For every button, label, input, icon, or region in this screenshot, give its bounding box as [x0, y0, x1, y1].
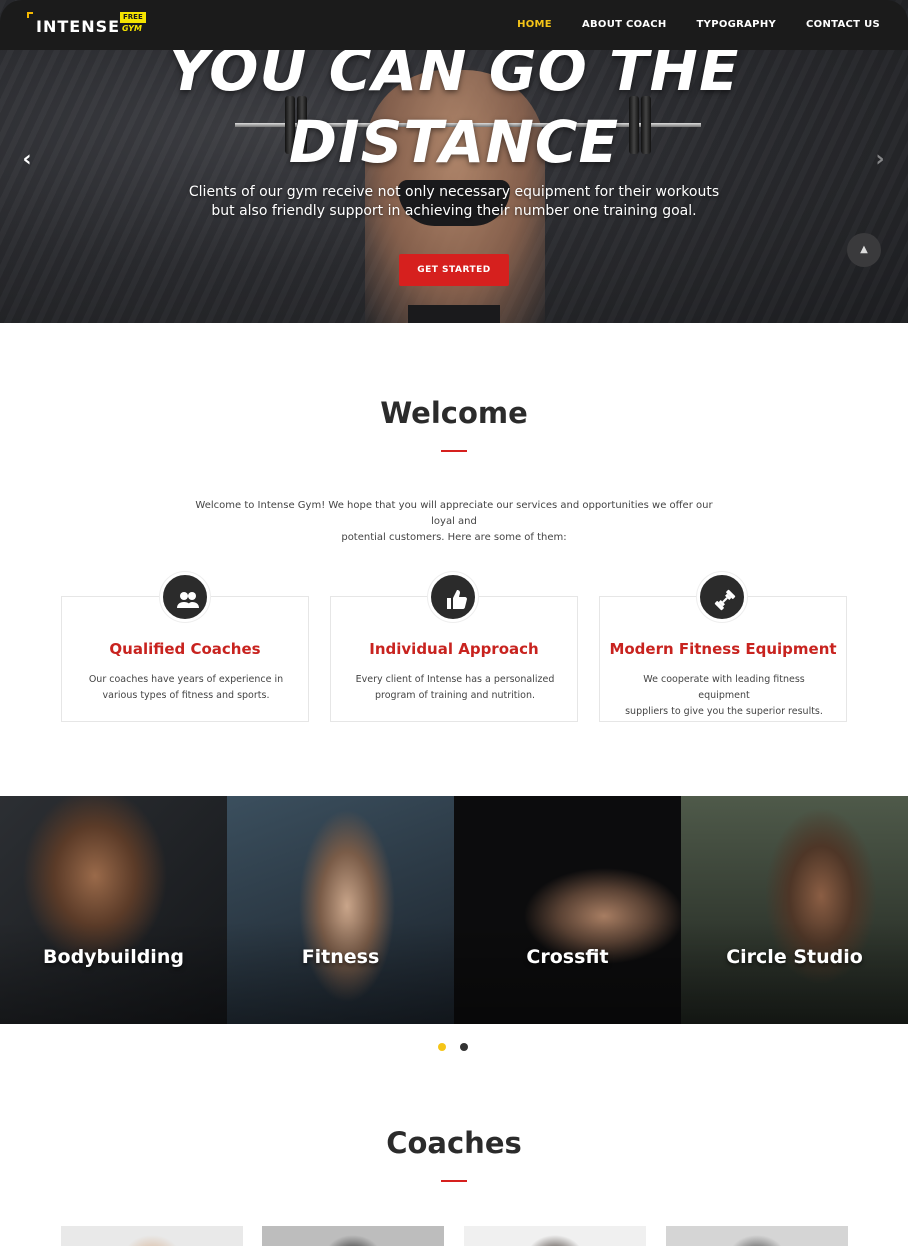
welcome-text-line2: potential customers. Here are some of th… [341, 532, 567, 543]
nav-home[interactable]: HOME [517, 19, 552, 30]
feature-text-line2: suppliers to give you the superior resul… [625, 706, 823, 717]
feature-text-line1: Every client of Intense has a personaliz… [355, 674, 555, 685]
coaches-title: Coaches [386, 1126, 522, 1160]
feature-text-line1: Our coaches have years of experience in [88, 674, 284, 685]
logo-text: INTENSE [36, 17, 121, 36]
feature-title: Modern Fitness Equipment [609, 640, 837, 658]
hero-athlete-shorts [408, 305, 500, 323]
class-tile-crossfit[interactable]: Crossfit [454, 796, 681, 1024]
get-started-button[interactable]: GET STARTED [399, 254, 509, 286]
class-label: Crossfit [526, 946, 609, 968]
class-label: Fitness [301, 946, 380, 968]
class-tile-circle-studio[interactable]: Circle Studio [681, 796, 908, 1024]
carousel-dot-1[interactable] [438, 1043, 446, 1051]
feature-title: Qualified Coaches [109, 640, 261, 658]
coach-photo-4[interactable] [666, 1226, 848, 1246]
coach-photo-2[interactable] [262, 1226, 444, 1246]
dumbbell-icon [697, 572, 747, 622]
people-icon [160, 572, 210, 622]
nav-typography[interactable]: TYPOGRAPHY [697, 19, 776, 30]
feature-text: Every client of Intense has a personaliz… [349, 672, 561, 704]
hero-subtitle: Clients of our gym receive not only nece… [0, 183, 908, 221]
thumbs-up-icon [428, 572, 478, 622]
chevron-left-icon[interactable]: ‹ [17, 148, 37, 172]
class-label: Bodybuilding [43, 946, 184, 968]
class-tile-fitness[interactable]: Fitness [227, 796, 454, 1024]
feature-text: Our coaches have years of experience in … [80, 672, 292, 704]
coach-photo-3[interactable] [464, 1226, 646, 1246]
welcome-title: Welcome [380, 396, 528, 430]
feature-text-line2: various types of fitness and sports. [102, 690, 270, 701]
main-nav: HOME ABOUT COACH TYPOGRAPHY CONTACT US [517, 19, 880, 30]
logo-corner-mark [27, 12, 33, 18]
feature-title: Individual Approach [369, 640, 539, 658]
feature-text-line2: program of training and nutrition. [375, 690, 535, 701]
hero-title-line2: DISTANCE [288, 108, 620, 176]
logo-badge: FREE [120, 12, 146, 23]
chevron-right-icon[interactable]: › [870, 148, 890, 172]
feature-text: We cooperate with leading fitness equipm… [618, 672, 830, 720]
welcome-text-line1: Welcome to Intense Gym! We hope that you… [195, 500, 713, 527]
hero-subtitle-line1: Clients of our gym receive not only nece… [188, 184, 720, 200]
welcome-divider [441, 450, 467, 452]
nav-contact-us[interactable]: CONTACT US [806, 19, 880, 30]
nav-about-coach[interactable]: ABOUT COACH [582, 19, 667, 30]
top-navbar: INTENSE FREE GYM HOME ABOUT COACH TYPOGR… [0, 0, 908, 50]
carousel-dots [438, 1043, 468, 1051]
hero-subtitle-line2: but also friendly support in achieving t… [211, 203, 697, 219]
feature-text-line1: We cooperate with leading fitness equipm… [643, 674, 805, 701]
coaches-divider [441, 1180, 467, 1182]
class-label: Circle Studio [726, 946, 863, 968]
carousel-dot-2[interactable] [460, 1043, 468, 1051]
classes-carousel: Bodybuilding Fitness Crossfit Circle Stu… [0, 796, 908, 1024]
logo-sub: GYM [122, 24, 142, 33]
class-tile-bodybuilding[interactable]: Bodybuilding [0, 796, 227, 1024]
chevron-up-icon[interactable]: ▲ [847, 233, 881, 267]
welcome-text: Welcome to Intense Gym! We hope that you… [190, 498, 718, 546]
coach-photo-1[interactable] [61, 1226, 243, 1246]
